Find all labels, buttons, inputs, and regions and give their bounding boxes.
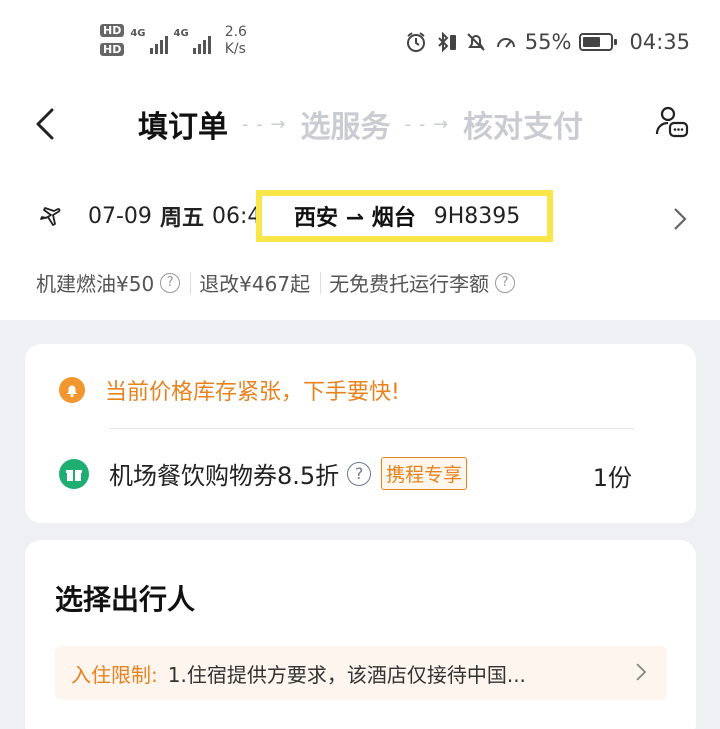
gift-icon [59,458,89,489]
signal-icon-2: 4G [174,28,211,54]
step-confirm-payment: 核对支付 [463,110,584,145]
network-speed: 2.6 K/s [225,24,247,58]
signal-icon-1: 4G [130,28,168,54]
status-bar: HD HD 4G 4G 2.6 K/s 55% 04:35 [0,0,720,90]
step-select-service: 选服务 [300,110,391,145]
speed-value: 2.6 [224,24,247,40]
chevron-right-icon[interactable] [672,206,688,232]
speed-unit: K/s [224,41,246,57]
coupon-quantity: 1份 [592,464,632,492]
flight-weekday: 周五 [159,206,204,231]
battery-percent: 55% [524,30,572,54]
battery-icon [579,33,618,51]
coupon-row[interactable]: 机场餐饮购物券8.5折 ? 携程专享 [59,456,468,491]
chevron-right-icon[interactable] [635,662,647,682]
divider [320,271,322,294]
stay-restriction-notice[interactable]: 入住限制: 1.住宿提供方要求，该酒店仅接待中国... [55,646,667,700]
divider [109,428,634,429]
fee-refund-change: 退改¥467起 [199,272,311,296]
help-icon[interactable]: ? [495,272,516,293]
flight-number: 9H8395 [433,203,521,229]
status-bar-right: 55% 04:35 [405,30,690,54]
help-icon[interactable]: ? [347,461,372,486]
speedometer-icon [495,31,517,53]
flight-route-highlight: 西安 ⇀ 烟台 9H8395 [256,190,553,242]
passenger-card: 选择出行人 入住限制: 1.住宿提供方要求，该酒店仅接待中国... [25,540,696,729]
flight-time: 06:4 [211,203,262,229]
status-bar-left: HD HD 4G 4G 2.6 K/s [100,24,247,58]
fee-summary: 机建燃油¥50 ? 退改¥467起 无免费托运行李额 ? [36,268,516,297]
fee-airport-fuel: 机建燃油¥50 [36,272,155,296]
airplane-icon [40,207,61,226]
alarm-icon [405,31,427,53]
bluetooth-battery-icon [435,31,457,53]
customer-service-icon[interactable] [654,104,690,140]
header: 填订单 - - → 选服务 - - → 核对支付 [0,90,720,160]
hd-badge-1: HD [100,24,125,37]
stock-warning: 当前价格库存紧张，下手要快! [59,374,400,406]
flight-summary[interactable]: 07-09 周五 06:4 西安 ⇀ 烟台 9H8395 [0,180,720,260]
back-arrow-icon[interactable] [30,104,60,144]
flight-date: 07-09 [88,203,152,229]
fee-baggage: 无免费托运行李额 [329,272,490,296]
bell-icon [59,377,85,403]
flight-row: 07-09 周五 06:4 [38,200,261,232]
mute-bell-icon [465,31,487,53]
step-arrow-1: - - → [242,113,287,135]
notice-label: 入住限制: [71,662,158,687]
step-fill-order: 填订单 [138,110,228,145]
signal-2-label: 4G [173,28,189,39]
step-arrow-2: - - → [404,113,450,135]
flight-route: 西安 ⇀ 烟台 [294,206,416,231]
stock-warning-text: 当前价格库存紧张，下手要快! [105,380,400,405]
hd-badge-2: HD [100,43,125,56]
clock: 04:35 [629,30,690,54]
coupon-text: 机场餐饮购物券8.5折 [109,462,340,490]
help-icon[interactable]: ? [160,272,181,293]
promo-card: 当前价格库存紧张，下手要快! 机场餐饮购物券8.5折 ? 携程专享 1份 [25,344,696,523]
section-title: 选择出行人 [55,583,196,616]
progress-steps: 填订单 - - → 选服务 - - → 核对支付 [138,102,583,146]
exclusive-tag: 携程专享 [381,457,468,490]
divider [190,271,192,294]
notice-text: 1.住宿提供方要求，该酒店仅接待中国... [167,662,526,687]
signal-1-label: 4G [130,28,146,39]
